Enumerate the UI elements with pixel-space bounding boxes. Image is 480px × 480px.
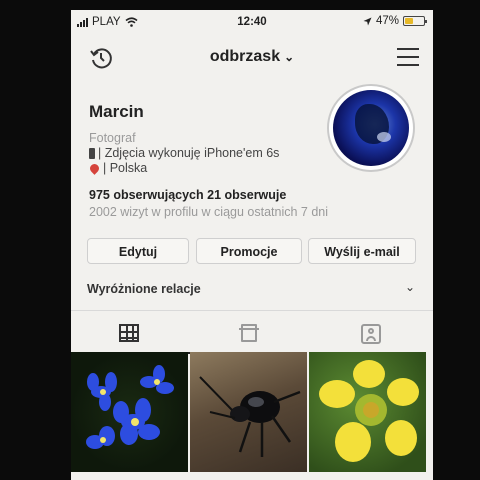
phone-icon <box>89 148 95 159</box>
status-right: 47% <box>363 15 427 27</box>
list-icon <box>239 324 259 342</box>
chevron-down-icon[interactable]: ⌄ <box>405 280 415 294</box>
profile-tabs <box>71 312 433 354</box>
photo-yellow-flower[interactable] <box>309 352 426 472</box>
photo-beetle[interactable] <box>190 352 307 472</box>
bio-text-1: | Zdjęcia wykonuję iPhone'em 6s <box>98 146 280 160</box>
grid-icon <box>119 324 139 342</box>
location-arrow-icon <box>363 17 372 25</box>
username-switcher[interactable]: odbrzask ⌄ <box>71 48 433 66</box>
profile-header: odbrzask ⌄ <box>71 40 433 76</box>
battery-fill <box>405 18 413 24</box>
following-count[interactable]: 21 obserwuje <box>207 188 286 202</box>
phone-screen: PLAY 12:40 47% odbrzask ⌄ Marcin Fotogra… <box>71 10 433 480</box>
followers-count[interactable]: 975 obserwujących <box>89 188 204 202</box>
status-bar: PLAY 12:40 47% <box>71 10 433 34</box>
tab-grid[interactable] <box>71 312 191 354</box>
photo-blue-flowers[interactable] <box>71 352 188 472</box>
chevron-down-icon: ⌄ <box>284 50 295 64</box>
username: odbrzask <box>209 48 281 65</box>
divider <box>71 310 433 311</box>
avatar-image <box>333 90 409 166</box>
battery-icon <box>403 16 427 26</box>
tagged-icon <box>361 324 381 344</box>
profile-bio: Fotograf | Zdjęcia wykonuję iPhone'em 6s… <box>88 131 279 176</box>
edit-profile-button[interactable]: Edytuj <box>87 238 189 264</box>
follow-stats: 975 obserwujących 21 obserwuje <box>89 188 286 202</box>
tab-feed[interactable] <box>191 312 311 354</box>
battery-percent: 47% <box>375 15 399 27</box>
bio-line-1: | Zdjęcia wykonuję iPhone'em 6s <box>89 146 279 161</box>
promotions-button[interactable]: Promocje <box>196 238 302 264</box>
menu-icon[interactable] <box>397 48 419 72</box>
bio-text-2: | Polska <box>103 161 148 175</box>
highlights-label[interactable]: Wyróżnione relacje <box>87 282 201 296</box>
profile-visits: 2002 wizyt w profilu w ciągu ostatnich 7… <box>89 205 329 219</box>
tab-tagged[interactable] <box>311 312 431 354</box>
profile-category: Fotograf <box>89 131 136 145</box>
profile-name: Marcin <box>89 102 144 121</box>
bio-line-2: | Polska <box>88 161 279 176</box>
pin-icon <box>88 162 101 175</box>
avatar[interactable] <box>327 84 415 172</box>
send-email-button[interactable]: Wyślij e-mail <box>308 238 416 264</box>
